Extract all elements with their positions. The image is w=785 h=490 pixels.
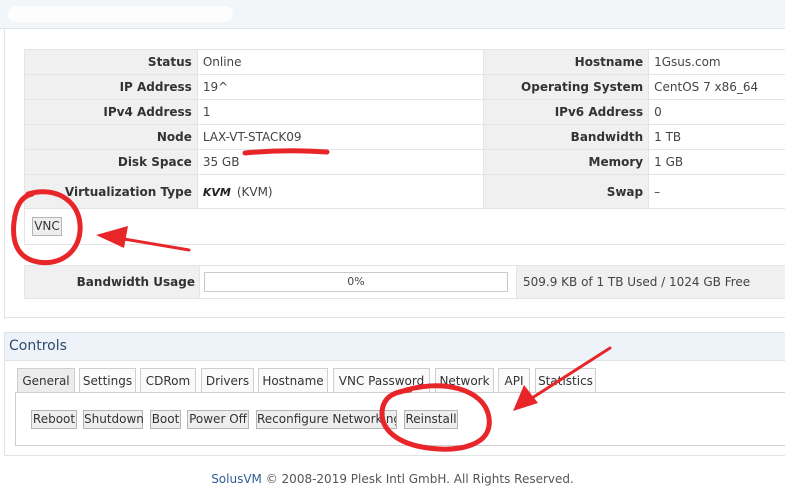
top-bar — [0, 0, 785, 29]
shutdown-button[interactable]: Shutdown — [83, 410, 144, 429]
status-value: Online — [196, 49, 485, 75]
ipv6-value: 0 — [648, 99, 785, 125]
tab-network[interactable]: Network — [435, 368, 494, 393]
bandwidth-usage-cell: 0% — [199, 266, 517, 298]
redacted-header — [8, 6, 233, 22]
virtualization-type-text: (KVM) — [236, 184, 273, 199]
bandwidth-usage-label: Bandwidth Usage — [76, 275, 195, 289]
table-row: Node LAX-VT-STACK09 Bandwidth 1 TB — [24, 124, 785, 150]
controls-header: Controls — [5, 333, 785, 361]
hostname-label: Hostname — [483, 49, 650, 75]
tab-drivers[interactable]: Drivers — [201, 368, 254, 393]
reboot-button[interactable]: Reboot — [31, 410, 77, 429]
table-row: Disk Space 35 GB Memory 1 GB — [24, 149, 785, 175]
ipv6-label: IPv6 Address — [483, 99, 650, 125]
table-row: Status Online Hostname 1Gsus.com — [24, 49, 785, 75]
footer: SolusVM © 2008-2019 Plesk Intl GmbH. All… — [0, 472, 785, 486]
memory-label: Memory — [483, 149, 650, 175]
bandwidth-value: 1 TB — [648, 124, 785, 150]
status-label: Status — [24, 49, 198, 75]
bandwidth-progress-bar: 0% — [204, 272, 508, 292]
memory-value: 1 GB — [648, 149, 785, 175]
os-label: Operating System — [483, 74, 650, 100]
vnc-row — [24, 207, 785, 245]
node-label: Node — [24, 124, 198, 150]
tab-cdrom[interactable]: CDRom — [140, 368, 196, 393]
power-off-button[interactable]: Power Off — [187, 410, 249, 429]
tab-vnc-password[interactable]: VNC Password — [333, 368, 430, 393]
virtualization-type-value: KVM (KVM) — [196, 174, 485, 209]
table-row: IPv4 Address 1 IPv6 Address 0 — [24, 99, 785, 125]
server-info-table: Status Online Hostname 1Gsus.com IP Addr… — [24, 49, 785, 209]
reconfigure-networking-button[interactable]: Reconfigure Networking — [256, 410, 397, 429]
os-value: CentOS 7 x86_64 — [648, 74, 785, 100]
bandwidth-usage-summary: 509.9 KB of 1 TB Used / 1024 GB Free — [523, 275, 751, 289]
swap-value: – — [648, 174, 785, 209]
boot-button[interactable]: Boot — [150, 410, 181, 429]
vnc-button[interactable]: VNC — [32, 217, 62, 236]
hostname-value: 1Gsus.com — [648, 49, 785, 75]
tab-settings[interactable]: Settings — [79, 368, 136, 393]
table-row: Virtualization Type KVM (KVM) Swap – — [24, 174, 785, 209]
tab-hostname[interactable]: Hostname — [258, 368, 328, 393]
tab-api[interactable]: API — [498, 368, 530, 393]
copyright-text: © 2008-2019 Plesk Intl GmbH. All Rights … — [265, 472, 574, 486]
disk-space-value: 35 GB — [196, 149, 485, 175]
virtualization-type-label: Virtualization Type — [24, 174, 198, 209]
bandwidth-label: Bandwidth — [483, 124, 650, 150]
ipv4-label: IPv4 Address — [24, 99, 198, 125]
solusvm-link[interactable]: SolusVM — [211, 472, 262, 486]
ipv4-value: 1 — [196, 99, 485, 125]
ip-address-value: 19^ — [196, 74, 485, 100]
swap-label: Swap — [483, 174, 650, 209]
table-row: IP Address 19^ Operating System CentOS 7… — [24, 74, 785, 100]
node-value: LAX-VT-STACK09 — [196, 124, 485, 150]
bandwidth-usage-row: Bandwidth Usage 0% 509.9 KB of 1 TB Used… — [24, 265, 785, 299]
reinstall-button[interactable]: Reinstall — [404, 410, 458, 429]
disk-space-label: Disk Space — [24, 149, 198, 175]
kvm-logo: KVM — [202, 185, 231, 199]
tab-statistics[interactable]: Statistics — [535, 368, 596, 393]
tab-general[interactable]: General — [17, 368, 75, 393]
controls-title: Controls — [9, 338, 67, 354]
ip-address-label: IP Address — [24, 74, 198, 100]
